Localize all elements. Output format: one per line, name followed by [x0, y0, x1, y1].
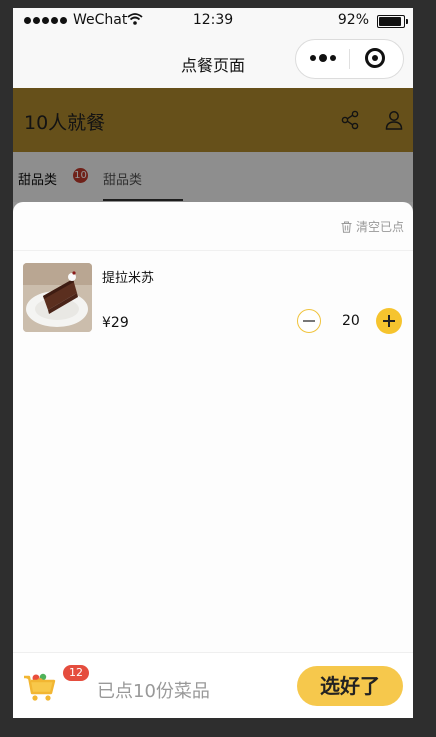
miniprogram-capsule: [295, 39, 404, 79]
more-icon[interactable]: [310, 54, 336, 62]
item-quantity: 20: [342, 313, 360, 329]
trash-icon: [341, 221, 352, 233]
battery-icon: [377, 15, 408, 28]
phone-screen: WeChat 12:39 92% 点餐页面 10人就餐 甜品类 10 甜品类 清…: [13, 8, 413, 718]
capsule-divider: [349, 49, 350, 69]
confirm-order-button[interactable]: 选好了: [297, 666, 403, 706]
order-summary: 已点10份菜品: [97, 681, 210, 702]
tiramisu-photo: [23, 263, 92, 332]
nav-bar: 点餐页面: [13, 34, 413, 88]
cart-panel-header: 清空已点: [13, 202, 413, 251]
battery-percent: 92%: [337, 12, 369, 28]
close-miniprogram-icon[interactable]: [365, 48, 385, 68]
item-name: 提拉米苏: [102, 271, 155, 286]
clear-cart-label: 清空已点: [355, 220, 404, 234]
cart-footer: 12 已点10份菜品 选好了: [13, 652, 413, 718]
decrease-quantity-button[interactable]: [297, 309, 321, 333]
status-bar: WeChat 12:39 92%: [13, 8, 413, 34]
shopping-cart-icon[interactable]: [23, 671, 57, 703]
item-price: ¥29: [102, 315, 129, 331]
increase-quantity-button[interactable]: [376, 308, 402, 334]
clear-cart-button[interactable]: 清空已点: [341, 218, 404, 235]
cart-panel: 清空已点 提拉米苏 ¥29 20: [13, 202, 413, 718]
cart-item: 提拉米苏 ¥29 20: [23, 263, 403, 334]
cart-count-badge: 12: [63, 665, 89, 681]
